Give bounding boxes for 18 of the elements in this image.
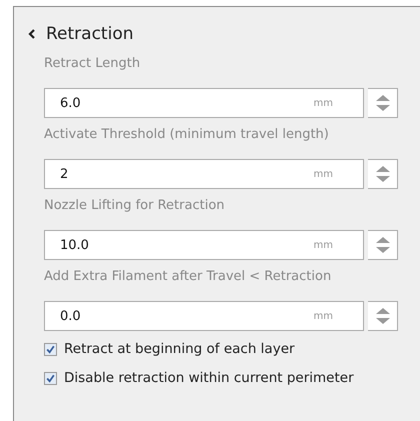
field-label: Add Extra Filament after Travel < Retraction (44, 269, 332, 286)
panel-title: Retraction (46, 24, 134, 44)
collapse-chevron-icon[interactable] (28, 29, 36, 39)
input-field[interactable]: 10.0 mm (44, 230, 364, 260)
spinner-control[interactable] (368, 301, 398, 331)
field-label: Activate Threshold (minimum travel length) (44, 127, 330, 144)
input-field[interactable]: 0.0 mm (44, 301, 364, 331)
input-field[interactable]: 2 mm (44, 159, 364, 189)
input-field[interactable]: 6.0 mm (44, 88, 364, 118)
field-label: Nozzle Lifting for Retraction (44, 198, 226, 215)
spinner-control[interactable] (368, 230, 398, 260)
checkbox[interactable] (44, 372, 57, 384)
field-label: Retract Length (44, 56, 142, 73)
checkbox-label[interactable]: Disable retraction within current perimeter (64, 370, 354, 386)
checkbox-label[interactable]: Retract at beginning of each layer (64, 341, 295, 357)
spinner-control[interactable] (368, 88, 398, 118)
spinner-control[interactable] (368, 159, 398, 189)
checkbox[interactable] (44, 342, 57, 356)
